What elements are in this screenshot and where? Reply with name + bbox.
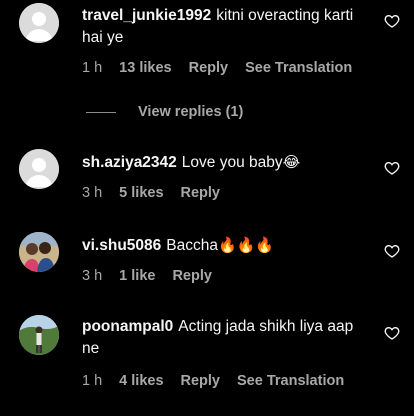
username[interactable]: vi.shu5086 <box>82 237 161 254</box>
likes-count[interactable]: 13 likes <box>119 60 171 76</box>
username[interactable]: sh.aziya2342 <box>82 154 177 171</box>
see-translation-button[interactable]: See Translation <box>237 373 344 389</box>
fire-emoji: 🔥🔥🔥 <box>217 236 275 254</box>
comment-text: sh.aziya2342 Love you baby😂 <box>82 151 368 174</box>
view-replies-button[interactable]: View replies (1) <box>86 102 243 122</box>
heart-icon[interactable] <box>384 160 400 176</box>
avatar[interactable] <box>19 232 59 272</box>
heart-icon[interactable] <box>384 13 400 29</box>
comment-body: Baccha <box>166 237 218 254</box>
divider-line <box>86 111 116 113</box>
heart-icon[interactable] <box>384 243 400 259</box>
likes-count[interactable]: 4 likes <box>119 373 163 389</box>
comment-text: vi.shu5086 Baccha🔥🔥🔥 <box>82 234 368 257</box>
view-replies-label: View replies (1) <box>138 104 244 120</box>
comment-body: Love you baby <box>181 154 283 171</box>
see-translation-button[interactable]: See Translation <box>245 60 352 76</box>
default-avatar-icon <box>19 3 59 43</box>
default-avatar-icon <box>19 149 59 189</box>
timestamp: 3 h <box>82 185 103 201</box>
profile-photo <box>19 232 59 272</box>
comment-text: poonampal0 Acting jada shikh liya aap ne <box>82 316 368 360</box>
timestamp: 1 h <box>82 60 103 76</box>
reply-button[interactable]: Reply <box>189 60 229 76</box>
username[interactable]: poonampal0 <box>82 318 173 335</box>
avatar[interactable] <box>19 149 59 189</box>
likes-count[interactable]: 1 like <box>119 268 155 284</box>
comments-list: travel_junkie1992 kitni overacting karti … <box>0 0 414 416</box>
comment-meta: 3 h 1 like Reply <box>82 267 212 285</box>
heart-icon[interactable] <box>384 325 400 341</box>
reply-button[interactable]: Reply <box>181 373 221 389</box>
comment-meta: 3 h 5 likes Reply <box>82 184 220 202</box>
username[interactable]: travel_junkie1992 <box>82 7 211 24</box>
timestamp: 1 h <box>82 373 103 389</box>
timestamp: 3 h <box>82 268 103 284</box>
reply-button[interactable]: Reply <box>181 185 221 201</box>
avatar[interactable] <box>19 315 59 355</box>
comment-meta: 1 h 13 likes Reply See Translation <box>82 59 352 77</box>
comment-text: travel_junkie1992 kitni overacting karti … <box>82 5 368 49</box>
likes-count[interactable]: 5 likes <box>119 185 163 201</box>
reply-button[interactable]: Reply <box>172 268 212 284</box>
profile-photo <box>19 315 59 355</box>
laughing-emoji: 😂 <box>282 153 301 171</box>
comment-meta: 1 h 4 likes Reply See Translation <box>82 372 344 390</box>
avatar[interactable] <box>19 3 59 43</box>
